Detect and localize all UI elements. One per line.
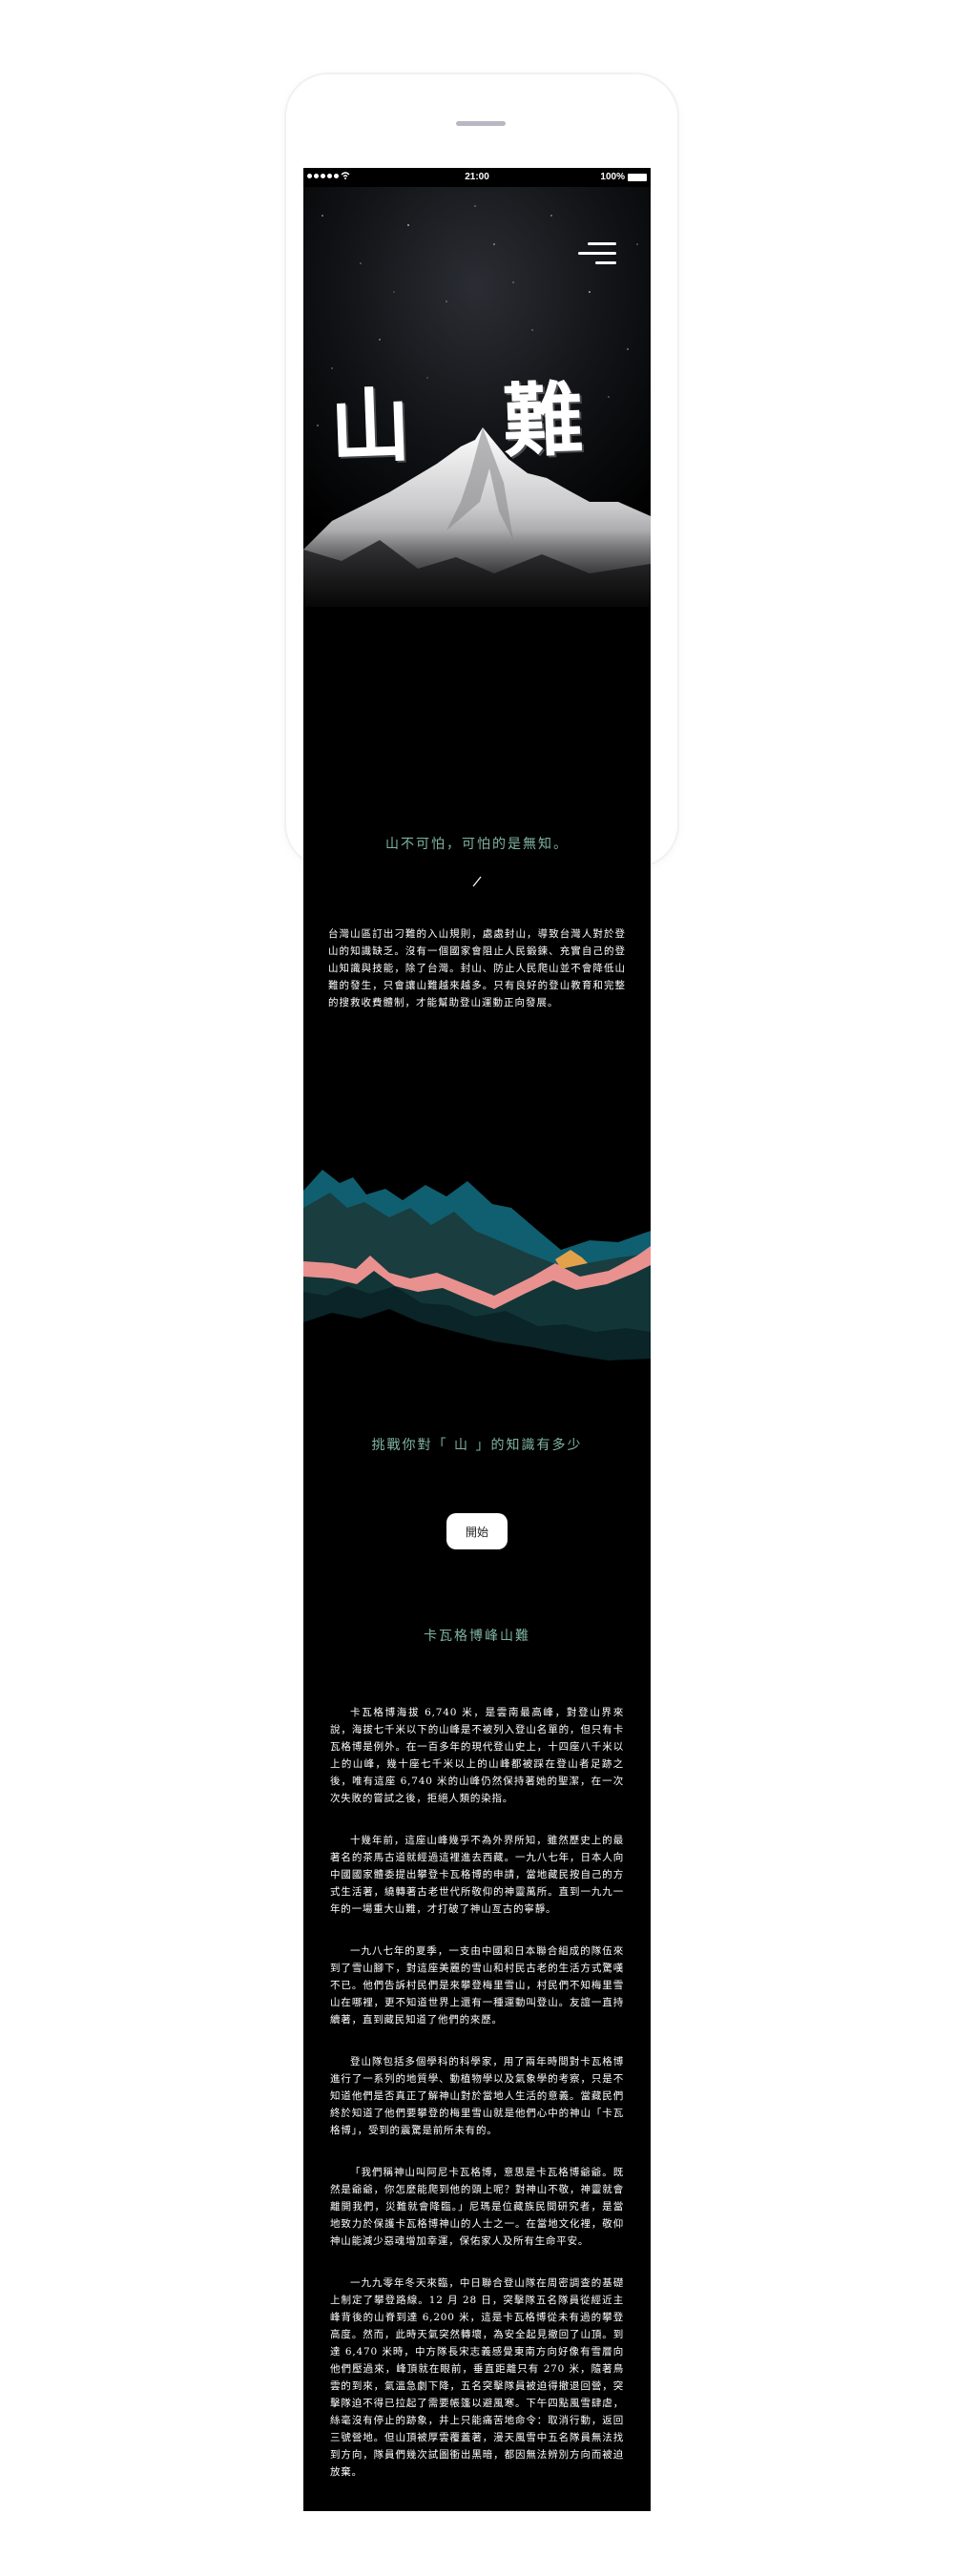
article-paragraph: 一九八七年的夏季，一支由中國和日本聯合組成的隊伍來到了雪山腳下，對這座美麗的雪山… <box>330 1945 624 2025</box>
mountain-illustration <box>303 1170 651 1380</box>
article-paragraph: 登山隊包括多個學科的科學家，用了兩年時間對卡瓦格博進行了一系列的地質學、動植物學… <box>330 2056 624 2136</box>
article-paragraph: 一九九零年冬天來臨，中日聯合登山隊在周密調查的基礎上制定了攀登路線。12 月 2… <box>330 2277 624 2478</box>
intro-paragraph: 台灣山區訂出刁難的入山規則，處處封山，導致台灣人對於登山的知識缺乏。沒有一個國家… <box>328 928 626 1008</box>
hero-mountain-image <box>303 187 651 779</box>
article-paragraph: 十幾年前，這座山峰幾乎不為外界所知，雖然歷史上的最著名的茶馬古道就經過這裡進去西… <box>330 1835 624 1915</box>
hamburger-menu-button[interactable] <box>578 235 620 273</box>
section-title: 卡瓦格博峰山難 <box>424 1629 530 1644</box>
article-paragraph: 「我們稱神山叫阿尼卡瓦格博，意思是卡瓦格博爺爺。既然是爺爺，你怎麼能爬到他的頭上… <box>330 2167 624 2247</box>
battery-percent: 100% <box>600 172 625 182</box>
phone-screen: 21:00 100% 山 難 山不可怕，可怕的是無知。 台灣山區訂出刁難的入山規… <box>303 168 651 2511</box>
speaker-grille <box>456 121 506 126</box>
start-button[interactable]: 開始 <box>446 1513 508 1549</box>
article-body: 卡瓦格博海拔 6,740 米，是雲南最高峰，對登山界來說，海拔七千米以下的山峰是… <box>330 1704 624 2505</box>
status-time: 21:00 <box>465 172 489 182</box>
hero-section: 山 難 <box>303 187 651 779</box>
article-paragraph: 卡瓦格博海拔 6,740 米，是雲南最高峰，對登山界來說，海拔七千米以下的山峰是… <box>330 1707 624 1804</box>
hero-title: 山 難 <box>328 370 617 475</box>
status-bar: 21:00 100% <box>303 168 651 187</box>
battery-icon <box>628 173 647 181</box>
slash-divider-icon <box>472 876 482 887</box>
challenge-heading: 挑戰你對「 山 」的知識有多少 <box>371 1438 583 1453</box>
tagline: 山不可怕，可怕的是無知。 <box>385 837 569 852</box>
